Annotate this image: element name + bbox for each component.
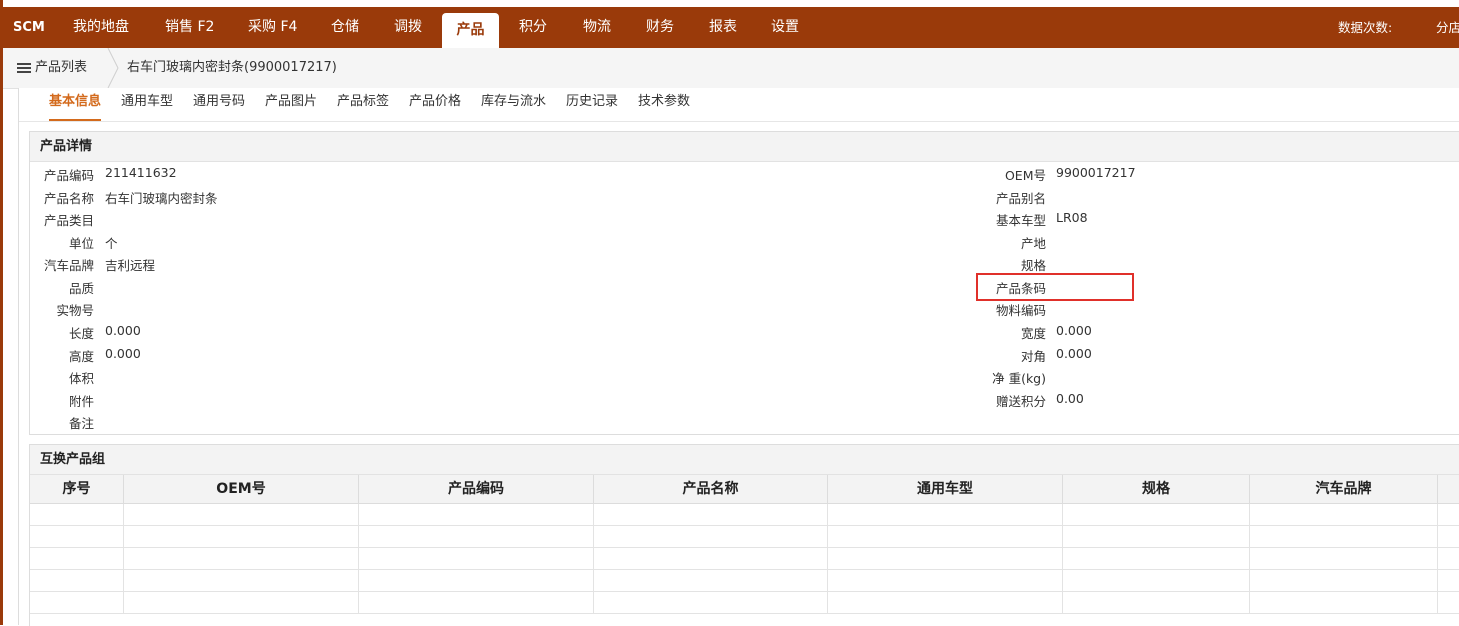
list-icon: [17, 61, 31, 75]
field-value-width: 0.000: [1056, 323, 1092, 338]
column-header-spec[interactable]: 规格: [1063, 475, 1250, 503]
field-label-attachment: 附件: [68, 394, 94, 409]
table-row: [30, 570, 1459, 592]
field-value-brand: 吉利远程: [105, 258, 156, 273]
app-brand[interactable]: SCM: [13, 7, 45, 48]
nav-item-sales[interactable]: 销售 F2: [165, 7, 214, 48]
column-header-brand[interactable]: 汽车品牌: [1250, 475, 1438, 503]
field-value-diagonal: 0.000: [1056, 346, 1092, 361]
data-count-label: 数据次数:: [1338, 20, 1393, 35]
product-detail-section: 产品详情 产品编码 211411632 产品名称 右车门玻璃内密封条 产品类目 …: [29, 131, 1459, 435]
field-label-diagonal: 对角: [1020, 349, 1046, 364]
tab-product-tags[interactable]: 产品标签: [337, 88, 389, 119]
section-title: 产品详情: [30, 132, 1459, 162]
table-row: [30, 526, 1459, 548]
breadcrumb: 产品列表 右车门玻璃内密封条(9900017217): [3, 48, 1459, 89]
nav-item-points[interactable]: 积分: [519, 7, 547, 48]
field-value-length: 0.000: [105, 323, 141, 338]
barcode-highlight-box: [976, 273, 1134, 301]
tab-common-numbers[interactable]: 通用号码: [193, 88, 245, 119]
field-label-net-weight: 净 重(kg): [992, 371, 1046, 386]
window-left-edge: [0, 0, 3, 625]
field-value-base-model: LR08: [1056, 210, 1088, 225]
column-header-name[interactable]: 产品名称: [594, 475, 828, 503]
breadcrumb-separator-icon: [107, 48, 119, 88]
tab-inventory-flow[interactable]: 库存与流水: [481, 88, 546, 119]
breadcrumb-current: 右车门玻璃内密封条(9900017217): [127, 60, 337, 75]
tab-product-prices[interactable]: 产品价格: [409, 88, 461, 119]
breadcrumb-product-list[interactable]: 产品列表: [17, 48, 87, 88]
nav-item-my-area[interactable]: 我的地盘: [73, 7, 129, 48]
field-value-oem: 9900017217: [1056, 165, 1136, 180]
field-label-length: 长度: [68, 326, 94, 341]
field-value-name: 右车门玻璃内密封条: [105, 191, 218, 206]
tab-common-models[interactable]: 通用车型: [121, 88, 173, 119]
column-header-extra[interactable]: [1438, 475, 1459, 503]
field-value-unit: 个: [105, 236, 118, 251]
field-label-alias: 产品别名: [995, 191, 1046, 206]
table-row: [30, 592, 1459, 614]
nav-item-warehouse[interactable]: 仓储: [331, 7, 359, 48]
branch-label[interactable]: 分店: [1436, 7, 1459, 48]
column-header-oem[interactable]: OEM号: [124, 475, 359, 503]
field-label-physical-no: 实物号: [56, 303, 94, 318]
main-content: 基本信息 通用车型 通用号码 产品图片 产品标签 产品价格 库存与流水 历史记录…: [18, 88, 1459, 626]
field-value-height: 0.000: [105, 346, 141, 361]
breadcrumb-home-label: 产品列表: [35, 60, 88, 75]
field-label-bonus-points: 赠送积分: [995, 394, 1046, 409]
field-label-width: 宽度: [1020, 326, 1046, 341]
field-label-spec: 规格: [1020, 258, 1046, 273]
field-label-volume: 体积: [68, 371, 94, 386]
field-label-oem: OEM号: [1004, 168, 1046, 183]
interchange-group-section: 互换产品组 序号 OEM号 产品编码 产品名称 通用车型 规格 汽车品牌: [29, 444, 1459, 626]
field-label-unit: 单位: [68, 236, 94, 251]
section-title: 互换产品组: [30, 445, 1459, 475]
window-top-margin: [0, 0, 1459, 6]
product-tabs: 基本信息 通用车型 通用号码 产品图片 产品标签 产品价格 库存与流水 历史记录…: [19, 88, 1459, 122]
nav-item-finance[interactable]: 财务: [646, 7, 674, 48]
tab-history[interactable]: 历史记录: [566, 88, 618, 119]
nav-item-reports[interactable]: 报表: [709, 7, 737, 48]
field-value-bonus-points: 0.00: [1056, 391, 1084, 406]
field-label-material-code: 物料编码: [995, 303, 1046, 318]
column-header-code[interactable]: 产品编码: [359, 475, 594, 503]
nav-item-logistics[interactable]: 物流: [583, 7, 611, 48]
field-label-quality: 品质: [68, 281, 94, 296]
column-header-index[interactable]: 序号: [30, 475, 124, 503]
field-value-code: 211411632: [105, 165, 177, 180]
field-label-remark: 备注: [68, 416, 94, 431]
nav-item-settings[interactable]: 设置: [771, 7, 799, 48]
column-header-common-model[interactable]: 通用车型: [828, 475, 1063, 503]
field-label-base-model: 基本车型: [995, 213, 1046, 228]
top-nav-bar: SCM 我的地盘 销售 F2 采购 F4 仓储 调拨 产品 积分 物流 财务 报…: [3, 7, 1459, 48]
field-label-name: 产品名称: [43, 191, 94, 206]
field-label-code: 产品编码: [43, 168, 94, 183]
field-label-brand: 汽车品牌: [43, 258, 94, 273]
nav-item-purchase[interactable]: 采购 F4: [248, 7, 297, 48]
interchange-table-header: 序号 OEM号 产品编码 产品名称 通用车型 规格 汽车品牌: [30, 475, 1459, 504]
nav-item-product[interactable]: 产品: [442, 13, 499, 48]
table-row: [30, 548, 1459, 570]
tab-basic-info[interactable]: 基本信息: [49, 88, 102, 121]
field-label-origin: 产地: [1020, 236, 1046, 251]
nav-item-transfer[interactable]: 调拨: [394, 7, 422, 48]
field-label-category: 产品类目: [43, 213, 94, 228]
field-label-height: 高度: [68, 349, 94, 364]
tab-product-images[interactable]: 产品图片: [265, 88, 317, 119]
table-row: [30, 504, 1459, 526]
tab-tech-params[interactable]: 技术参数: [638, 88, 690, 119]
